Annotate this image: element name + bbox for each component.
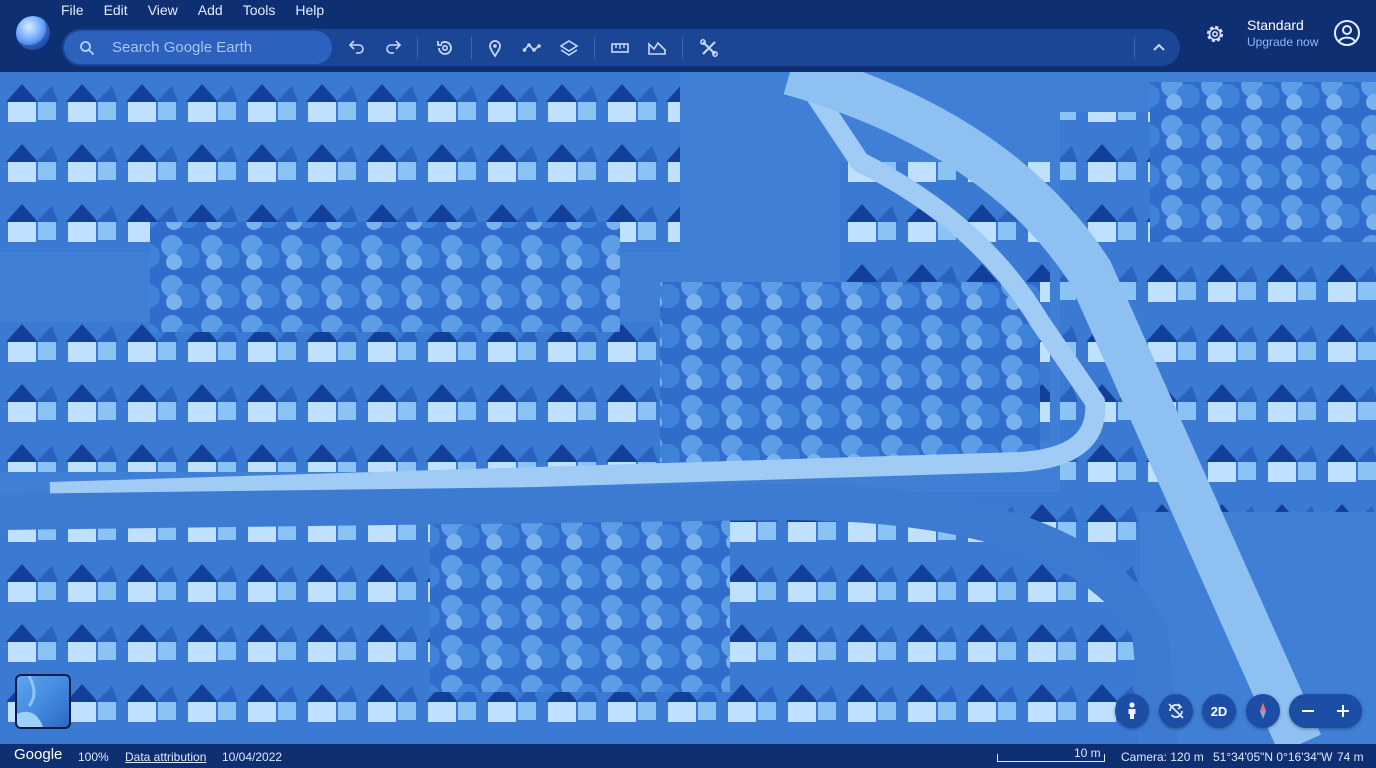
elevation: 74 m (1337, 750, 1364, 764)
pegman-icon (1128, 702, 1136, 719)
minus-icon (1302, 710, 1314, 712)
menu-tools[interactable]: Tools (243, 2, 276, 20)
minimap-preview (17, 676, 43, 727)
path-icon (522, 43, 541, 52)
zoom-in-button[interactable] (1325, 694, 1361, 728)
menu-help[interactable]: Help (295, 2, 324, 20)
rotate-icon (1168, 703, 1184, 719)
redo-button[interactable] (379, 34, 407, 62)
toolbar-divider (594, 37, 595, 59)
undo-button[interactable] (343, 34, 371, 62)
top-bar: File Edit View Add Tools Help Search Goo… (0, 0, 1376, 72)
toggle-2d-button[interactable]: 2D (1202, 694, 1236, 728)
data-attribution-link[interactable]: Data attribution (125, 750, 206, 764)
aerial-imagery (0, 72, 1376, 744)
tools-button[interactable] (695, 34, 723, 62)
measure-button[interactable] (606, 34, 634, 62)
toolbar-divider (471, 37, 472, 59)
toolbar-divider (682, 37, 683, 59)
imagery-date: 10/04/2022 (222, 750, 283, 764)
plan-name: Standard (1247, 17, 1304, 33)
redo-icon (386, 40, 402, 54)
draw-path-button[interactable] (518, 34, 546, 62)
minimap-thumbnail[interactable] (15, 674, 71, 729)
menu-view[interactable]: View (148, 2, 178, 20)
undo-icon (348, 40, 364, 54)
compass-icon (1260, 703, 1266, 719)
elevation-icon (648, 41, 666, 55)
elevation-profile-button[interactable] (643, 34, 671, 62)
search-icon (80, 41, 94, 55)
coordinates: 51°34'05"N 0°16'34"W (1213, 750, 1333, 764)
google-logo: Google (14, 746, 63, 763)
history-icon (437, 41, 452, 55)
menu-add[interactable]: Add (198, 2, 223, 20)
menu-edit[interactable]: Edit (104, 2, 128, 20)
upgrade-link[interactable]: Upgrade now (1247, 34, 1337, 51)
plus-icon (1337, 705, 1349, 717)
status-bar: Google 100% Data attribution 10/04/2022 … (0, 744, 1376, 768)
zoom-level: 100% (78, 750, 109, 764)
camera-altitude: Camera: 120 m (1121, 750, 1204, 764)
collapse-toolbar-button[interactable] (1145, 34, 1173, 62)
toolbar (62, 29, 1180, 66)
tools-icon (700, 39, 718, 57)
gear-icon[interactable] (1202, 21, 1228, 47)
menu-file[interactable]: File (61, 2, 84, 20)
ruler-icon (611, 43, 629, 53)
layers-button[interactable] (555, 34, 583, 62)
compass-button[interactable] (1246, 694, 1280, 728)
menu-bar: File Edit View Add Tools Help (61, 2, 344, 20)
reset-view-button[interactable] (1159, 694, 1193, 728)
scale-bar (997, 754, 1105, 762)
zoom-controls (1289, 694, 1362, 728)
street-view-button[interactable] (1115, 694, 1149, 728)
layers-icon (559, 40, 579, 56)
map-view[interactable] (0, 72, 1376, 744)
search-input[interactable] (112, 35, 322, 60)
plan-info: Standard Upgrade now (1247, 17, 1337, 51)
toolbar-divider (417, 37, 418, 59)
search-box[interactable] (64, 31, 332, 64)
zoom-out-button[interactable] (1290, 694, 1326, 728)
placemark-icon (489, 40, 501, 58)
toolbar-divider (1134, 37, 1135, 59)
account-icon[interactable] (1332, 18, 1362, 48)
mode-label: 2D (1210, 703, 1228, 719)
google-earth-logo[interactable] (16, 16, 50, 50)
historical-imagery-button[interactable] (431, 34, 459, 62)
chevron-up-icon (1153, 43, 1165, 51)
add-placemark-button[interactable] (481, 34, 509, 62)
